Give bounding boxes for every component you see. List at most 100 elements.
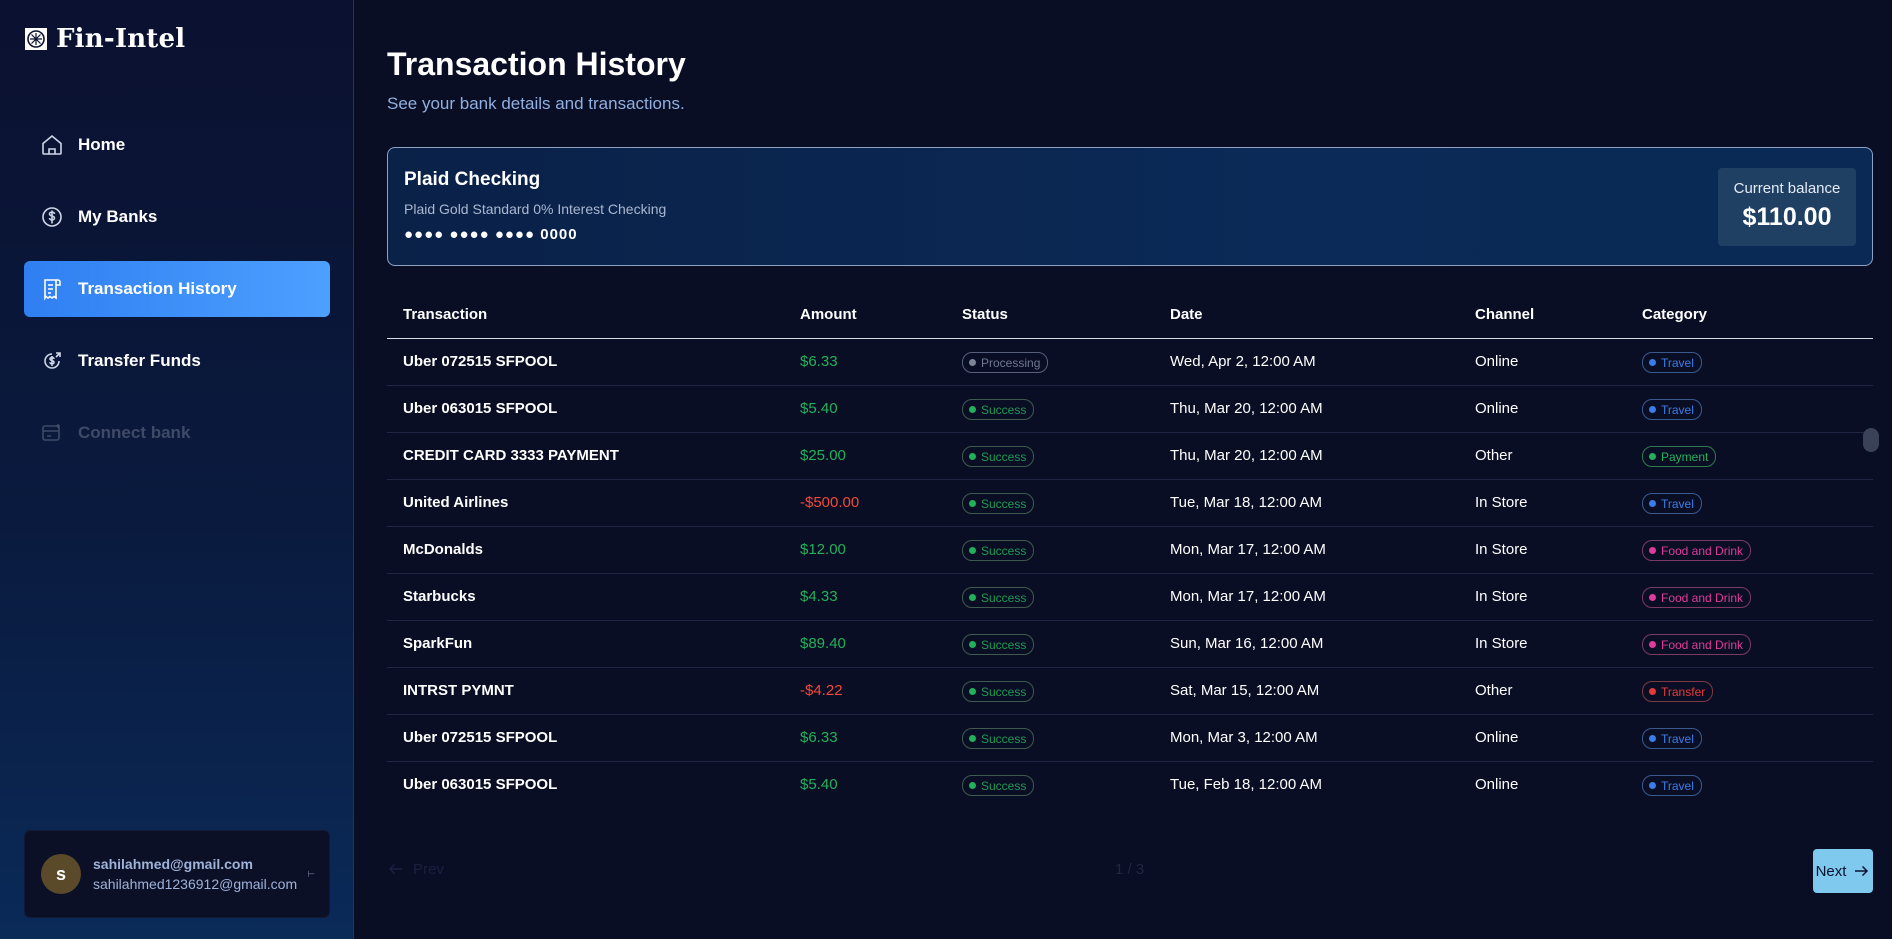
table-row[interactable]: Uber 063015 SFPOOL $5.40 Success Tue, Fe… <box>387 762 1873 809</box>
status-dot-icon <box>969 359 976 366</box>
logo[interactable]: Fin-Intel <box>24 24 185 54</box>
user-email: sahilahmed1236912@gmail.com <box>93 876 298 892</box>
status-dot-icon <box>969 735 976 742</box>
prev-button[interactable]: Prev <box>387 860 444 878</box>
user-info: sahilahmed@gmail.com sahilahmed1236912@g… <box>93 856 297 892</box>
transaction-amount: $12.00 <box>800 541 846 558</box>
status-dot-icon <box>969 641 976 648</box>
transaction-date: Sat, Mar 15, 12:00 AM <box>1170 682 1320 699</box>
category-badge: Payment <box>1642 446 1717 467</box>
transaction-date: Thu, Mar 20, 12:00 AM <box>1170 400 1323 417</box>
transaction-channel: In Store <box>1475 494 1528 511</box>
sidebar-item-label: Transfer Funds <box>78 351 201 370</box>
transaction-amount: $6.33 <box>800 729 838 746</box>
transaction-amount: $5.40 <box>800 776 838 793</box>
table-row[interactable]: Uber 072515 SFPOOL $6.33 Processing Wed,… <box>387 339 1873 386</box>
category-badge: Transfer <box>1642 681 1714 702</box>
category-label: Travel <box>1661 402 1694 417</box>
table-header: Transaction Amount Status Date Channel C… <box>387 291 1873 339</box>
sidebar-nav: Home My Banks Transaction History Transf… <box>24 117 330 477</box>
transaction-date: Mon, Mar 17, 12:00 AM <box>1170 588 1326 605</box>
status-dot-icon <box>969 594 976 601</box>
sidebar-item-label: My Banks <box>78 207 158 226</box>
transaction-name: Uber 063015 SFPOOL <box>403 776 558 793</box>
category-label: Travel <box>1661 731 1694 746</box>
category-dot-icon <box>1649 359 1656 366</box>
table-row[interactable]: SparkFun $89.40 Success Sun, Mar 16, 12:… <box>387 621 1873 668</box>
balance-label: Current balance <box>1733 180 1841 197</box>
category-badge: Travel <box>1642 493 1702 514</box>
column-header-status: Status <box>962 306 1008 323</box>
category-dot-icon <box>1649 594 1656 601</box>
transaction-channel: Online <box>1475 400 1519 417</box>
table-row[interactable]: CREDIT CARD 3333 PAYMENT $25.00 Success … <box>387 433 1873 480</box>
user-card[interactable]: s sahilahmed@gmail.com sahilahmed1236912… <box>24 830 330 918</box>
brand-name: Fin-Intel <box>56 24 186 54</box>
user-name: sahilahmed@gmail.com <box>93 856 253 872</box>
status-badge: Success <box>962 399 1035 420</box>
sidebar: Fin-Intel Home My Banks Transaction Hist… <box>0 0 354 939</box>
bank-info-card: Plaid Checking Plaid Gold Standard 0% In… <box>387 147 1873 266</box>
sidebar-item-label: Home <box>78 135 126 154</box>
transaction-name: Starbucks <box>403 588 476 605</box>
category-badge: Food and Drink <box>1642 634 1752 655</box>
category-label: Transfer <box>1661 684 1706 699</box>
transaction-date: Tue, Mar 18, 12:00 AM <box>1170 494 1323 511</box>
column-header-transaction: Transaction <box>403 306 488 323</box>
sidebar-item-transaction-history[interactable]: Transaction History <box>24 261 330 317</box>
table-row[interactable]: Uber 072515 SFPOOL $6.33 Success Mon, Ma… <box>387 715 1873 762</box>
status-label: Processing <box>981 355 1041 370</box>
category-badge: Travel <box>1642 728 1702 749</box>
category-label: Travel <box>1661 355 1694 370</box>
transaction-date: Mon, Mar 17, 12:00 AM <box>1170 541 1326 558</box>
transaction-name: CREDIT CARD 3333 PAYMENT <box>403 447 619 464</box>
column-header-amount: Amount <box>800 306 857 323</box>
page-title: Transaction History <box>387 46 686 82</box>
prev-label: Prev <box>413 860 444 878</box>
money-send-icon <box>44 352 61 369</box>
transaction-date: Tue, Feb 18, 12:00 AM <box>1170 776 1323 793</box>
page-subtitle: See your bank details and transactions. <box>387 94 685 113</box>
table-row[interactable]: McDonalds $12.00 Success Mon, Mar 17, 12… <box>387 527 1873 574</box>
status-label: Success <box>981 684 1027 699</box>
transaction-name: McDonalds <box>403 541 484 558</box>
status-label: Success <box>981 543 1027 558</box>
status-dot-icon <box>969 500 976 507</box>
table-row[interactable]: United Airlines -$500.00 Success Tue, Ma… <box>387 480 1873 527</box>
sidebar-item-connect-bank[interactable]: Connect bank <box>24 405 330 461</box>
transaction-amount: $4.33 <box>800 588 838 605</box>
scrollbar-thumb[interactable] <box>1863 428 1879 452</box>
status-label: Success <box>981 402 1027 417</box>
bank-name: Plaid Checking <box>404 169 541 190</box>
status-badge: Success <box>962 681 1035 702</box>
status-badge: Success <box>962 446 1035 467</box>
category-badge: Food and Drink <box>1642 587 1752 608</box>
next-button[interactable]: Next <box>1813 849 1873 893</box>
logout-icon[interactable]: ⊢ <box>307 869 315 880</box>
sidebar-item-my-banks[interactable]: My Banks <box>24 189 330 245</box>
status-badge: Success <box>962 587 1035 608</box>
sidebar-item-home[interactable]: Home <box>24 117 330 173</box>
category-dot-icon <box>1649 547 1656 554</box>
category-label: Travel <box>1661 496 1694 511</box>
category-label: Food and Drink <box>1661 637 1744 652</box>
table-row[interactable]: INTRST PYMNT -$4.22 Success Sat, Mar 15,… <box>387 668 1873 715</box>
transaction-amount: $25.00 <box>800 447 846 464</box>
status-label: Success <box>981 496 1027 511</box>
status-label: Success <box>981 449 1027 464</box>
status-badge: Success <box>962 775 1035 796</box>
transaction-channel: Online <box>1475 729 1519 746</box>
table-row[interactable]: Uber 063015 SFPOOL $5.40 Success Thu, Ma… <box>387 386 1873 433</box>
transaction-amount: -$500.00 <box>800 494 860 511</box>
transaction-channel: In Store <box>1475 541 1528 558</box>
sidebar-item-transfer-funds[interactable]: Transfer Funds <box>24 333 330 389</box>
transaction-amount: $6.33 <box>800 353 838 370</box>
status-badge: Success <box>962 493 1035 514</box>
category-label: Food and Drink <box>1661 590 1744 605</box>
transaction-name: INTRST PYMNT <box>403 682 514 699</box>
status-dot-icon <box>969 782 976 789</box>
transaction-name: United Airlines <box>403 494 509 511</box>
category-dot-icon <box>1649 500 1656 507</box>
table-row[interactable]: Starbucks $4.33 Success Mon, Mar 17, 12:… <box>387 574 1873 621</box>
transaction-channel: In Store <box>1475 588 1528 605</box>
